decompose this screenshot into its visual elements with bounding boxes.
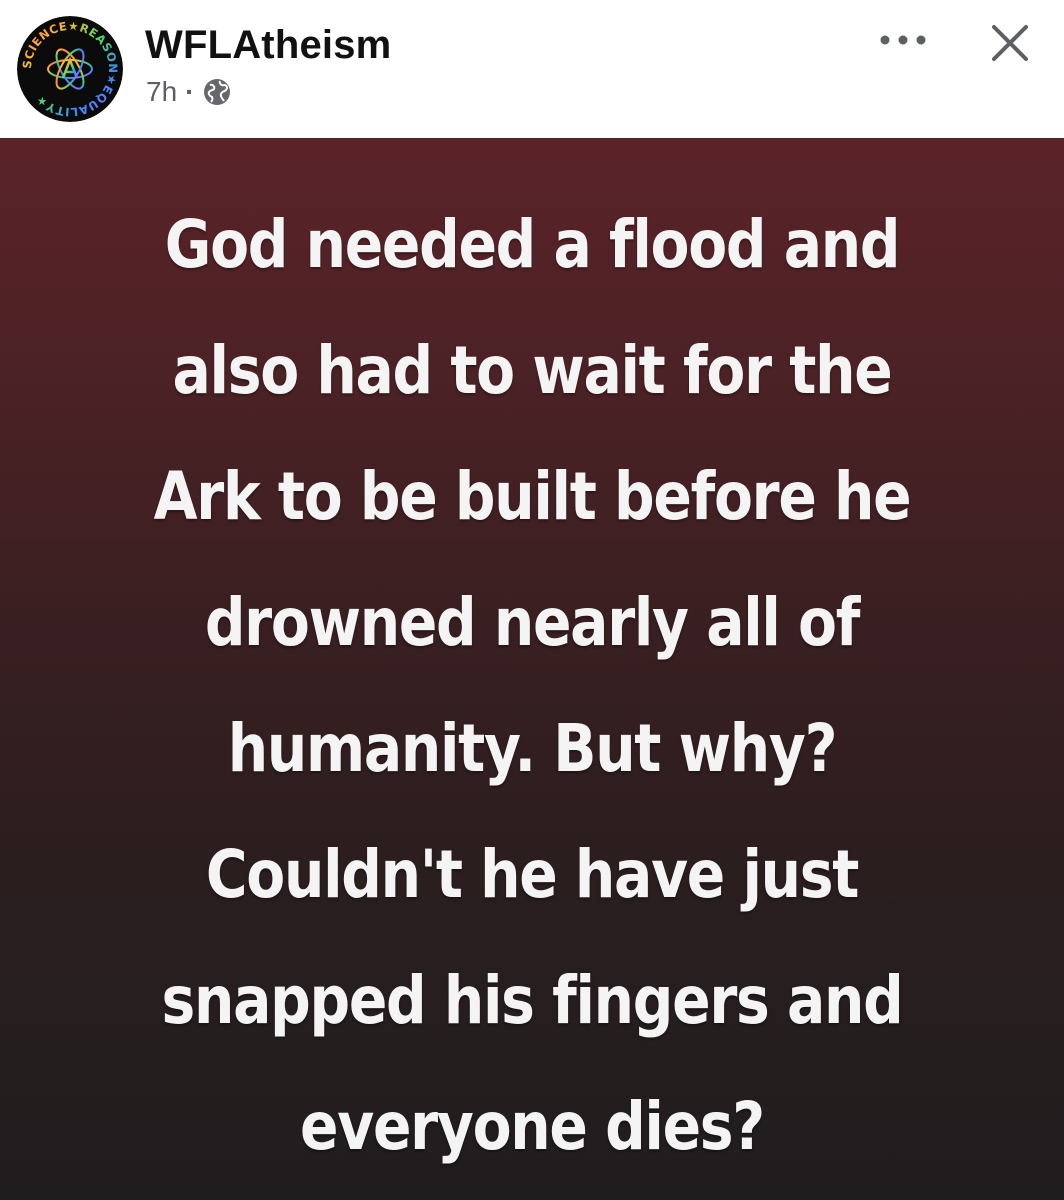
avatar[interactable]: SCIENCE★REASON★EQUALITY★: [17, 16, 123, 122]
meme-text: God needed a flood and also had to wait …: [74, 182, 989, 1190]
meme-line: drowned nearly all of: [204, 584, 861, 661]
meme-line: also had to wait for the: [172, 332, 893, 409]
post-meta: 7h ·: [146, 76, 232, 108]
post-header: SCIENCE★REASON★EQUALITY★ WFLAtheism 7h ·: [0, 0, 1064, 138]
post-image[interactable]: God needed a flood and also had to wait …: [0, 138, 1064, 1200]
meme-line: humanity. But why?: [227, 710, 838, 787]
meme-line: snapped his fingers and: [161, 962, 904, 1039]
meme-line: Couldn't he have just: [205, 836, 859, 913]
page-logo: SCIENCE★REASON★EQUALITY★: [17, 16, 123, 122]
more-dots-icon: [880, 35, 926, 45]
close-icon: [992, 25, 1028, 61]
meta-separator: ·: [185, 76, 195, 107]
meme-line: God needed a flood and: [164, 206, 901, 283]
meme-line: everyone dies?: [300, 1088, 765, 1165]
globe-icon: [202, 77, 232, 107]
post-time[interactable]: 7h: [146, 76, 177, 108]
facebook-post: SCIENCE★REASON★EQUALITY★ WFLAtheism 7h ·: [0, 0, 1064, 1200]
page-name[interactable]: WFLAtheism: [145, 21, 391, 69]
more-options-button[interactable]: [876, 22, 930, 58]
meme-line: Ark to be built before he: [153, 458, 912, 535]
close-button[interactable]: [985, 18, 1035, 68]
